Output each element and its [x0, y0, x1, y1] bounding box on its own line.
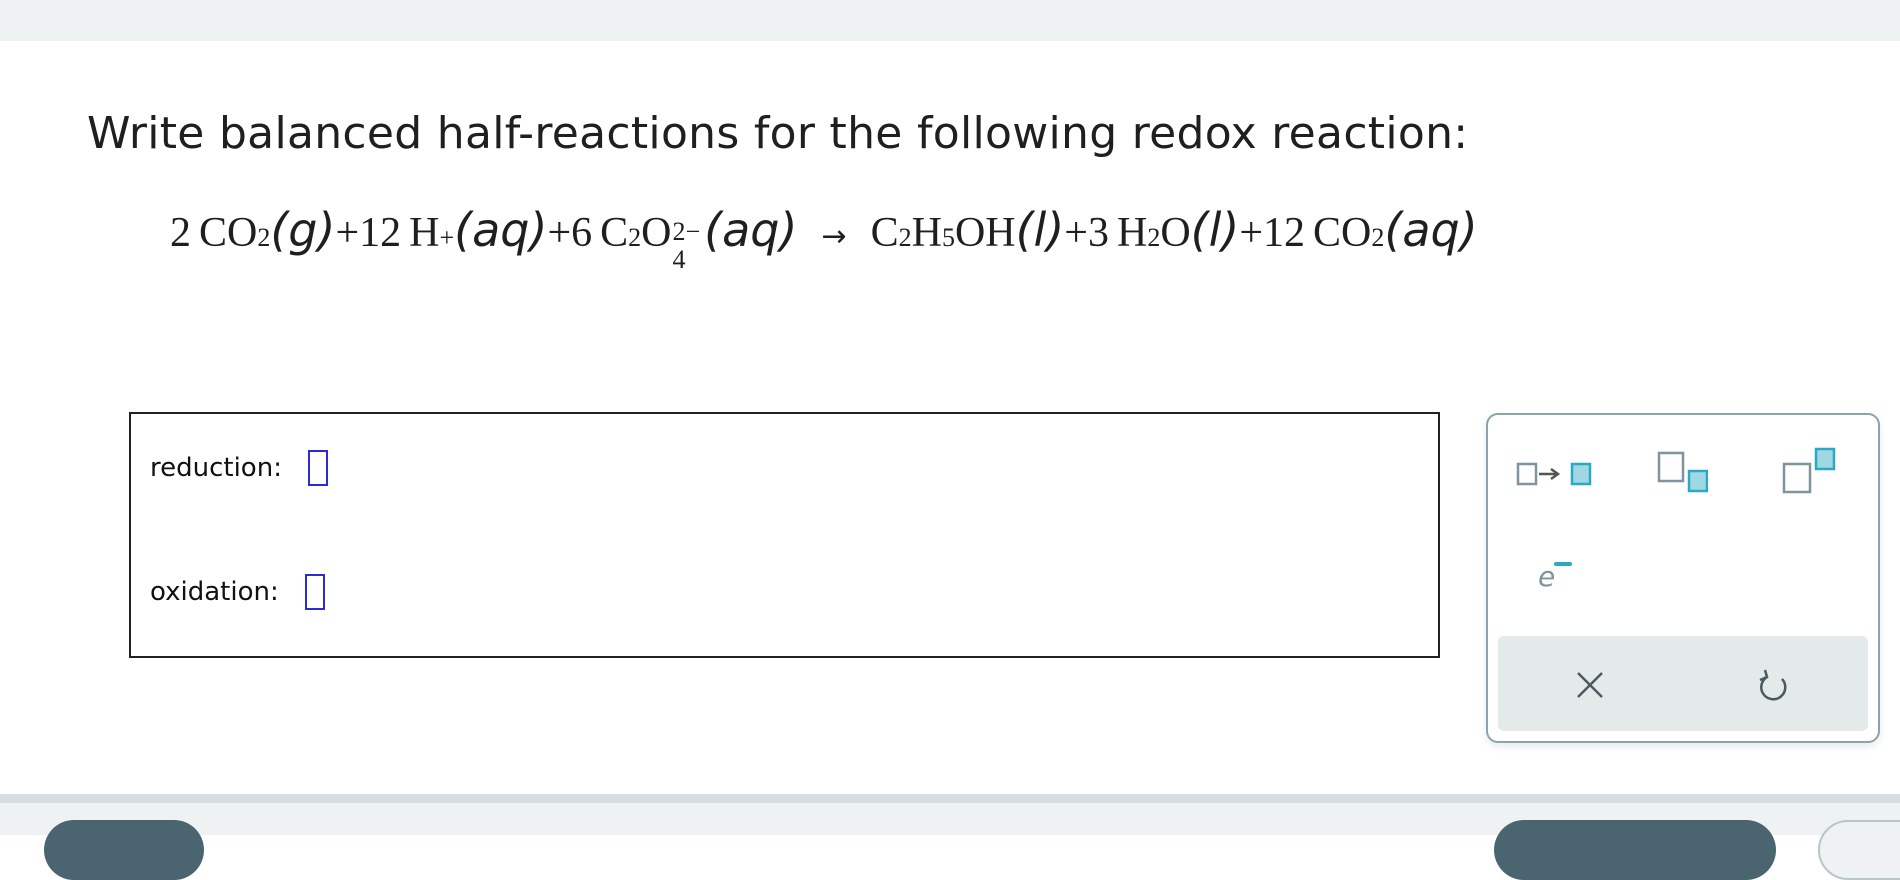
oxalate-charge-stack: 2− 4 — [672, 219, 700, 273]
arrow-template-icon — [1516, 462, 1592, 486]
palette-footer — [1498, 636, 1868, 731]
sub: 2 — [898, 223, 912, 252]
oxidation-row: oxidation: — [150, 574, 325, 610]
coef-co2-product: 12 — [1263, 210, 1306, 256]
oxidation-input[interactable] — [304, 574, 325, 610]
sub: 2 — [257, 223, 271, 252]
sub: 2 — [628, 223, 642, 252]
clear-icon — [1577, 672, 1603, 698]
plus: + — [1239, 210, 1264, 256]
formula-h: H — [911, 210, 942, 256]
electron-charge — [1554, 562, 1572, 566]
reduction-input[interactable] — [307, 450, 328, 486]
formula-c: C — [870, 210, 899, 256]
state-l: (l) — [1190, 203, 1240, 257]
plus: + — [335, 210, 360, 256]
clear-button[interactable] — [1574, 669, 1606, 705]
formula-co2: CO — [199, 210, 258, 256]
formula-co2: CO — [1313, 210, 1372, 256]
coef-oxalate: 6 — [571, 210, 593, 256]
subscript-template-icon — [1657, 451, 1709, 493]
check-button[interactable] — [1494, 820, 1776, 880]
oxidation-label: oxidation: — [150, 577, 279, 607]
reaction-arrow: → — [821, 219, 847, 254]
superscript-template-icon — [1782, 447, 1836, 494]
bottom-rule — [0, 794, 1900, 803]
state-aq: (aq) — [1384, 203, 1478, 257]
sub: 4 — [672, 245, 686, 274]
formula-o: O — [641, 210, 672, 256]
sub: 2 — [1147, 223, 1161, 252]
state-g: (g) — [270, 203, 336, 257]
formula-h: H — [409, 210, 440, 256]
reduction-label: reduction: — [150, 453, 282, 483]
coef-co2: 2 — [170, 210, 191, 256]
sub: 2 — [1371, 223, 1385, 252]
plus: + — [1064, 210, 1088, 256]
electron-icon: e — [1538, 560, 1556, 593]
superscript-template-button[interactable] — [1781, 446, 1837, 500]
formula-h: H — [1116, 210, 1148, 256]
coef-h: 12 — [359, 210, 402, 256]
plus: + — [547, 210, 572, 256]
redox-equation: 2 CO 2 (g) +12 H + (aq) +6 C 2 O 2− 4 (aq) → C 2 H 5 OH (l) +3… — [170, 203, 1478, 279]
charge-h: + — [439, 223, 455, 252]
formula-oh: OH — [954, 210, 1016, 256]
question-prompt: Write balanced half-reactions for the fo… — [87, 108, 1469, 159]
top-band — [0, 0, 1900, 41]
undo-icon — [1759, 669, 1787, 701]
electron-button[interactable]: e — [1536, 556, 1576, 596]
state-aq: (aq) — [454, 203, 548, 257]
answer-box: reduction: oxidation: — [129, 412, 1440, 658]
state-l: (l) — [1015, 203, 1065, 257]
coef-water: 3 — [1087, 210, 1109, 256]
secondary-button[interactable] — [1818, 820, 1900, 880]
arrow-template-button[interactable] — [1515, 456, 1595, 496]
charge: 2− — [672, 217, 701, 246]
subscript-template-button[interactable] — [1656, 448, 1709, 500]
formula-o: O — [1160, 210, 1191, 256]
explanation-button[interactable] — [44, 820, 204, 880]
undo-button[interactable] — [1756, 667, 1792, 709]
reduction-row: reduction: — [150, 450, 328, 486]
state-aq: (aq) — [704, 203, 798, 257]
sub: 5 — [941, 223, 955, 252]
formula-c: C — [600, 210, 629, 256]
